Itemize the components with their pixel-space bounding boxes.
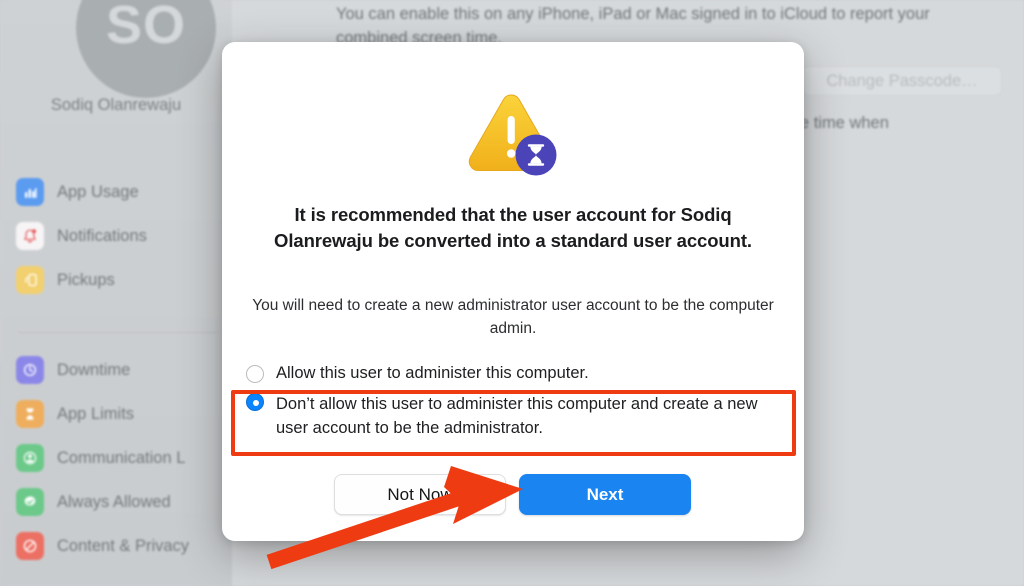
sidebar-item-pickups[interactable]: Pickups: [0, 258, 232, 302]
dialog-headline: It is recommended that the user account …: [274, 204, 752, 251]
sidebar-item-communication-limits[interactable]: Communication L: [0, 436, 232, 480]
red-annotation-arrow: [255, 462, 545, 577]
avatar: SO: [76, 0, 216, 98]
sidebar-item-label: Content & Privacy: [57, 536, 190, 555]
sidebar-item-notifications[interactable]: Notifications: [0, 214, 232, 258]
pickup-phone-icon: [16, 266, 44, 294]
sidebar: SO Sodiq Olanrewaju App Usage Notificati…: [0, 0, 232, 586]
sidebar-item-app-limits[interactable]: App Limits: [0, 392, 232, 436]
warning-triangle-with-hourglass-badge-icon: [459, 87, 567, 187]
hourglass-icon: [16, 400, 44, 428]
dialog-subtext: You will need to create a new administra…: [252, 297, 774, 337]
admin-options-radio-group: Allow this user to administer this compu…: [246, 358, 780, 440]
radio-option-label: Allow this user to administer this compu…: [276, 364, 589, 382]
no-entry-icon: [16, 532, 44, 560]
bell-icon: [16, 222, 44, 250]
bar-chart-icon: [16, 178, 44, 206]
sidebar-item-label: Pickups: [57, 270, 115, 289]
sidebar-item-content-and-privacy[interactable]: Content & Privacy: [0, 524, 232, 568]
radio-unselected-icon[interactable]: [246, 364, 264, 383]
radio-option-allow-admin[interactable]: Allow this user to administer this compu…: [246, 358, 780, 388]
sidebar-item-always-allowed[interactable]: Always Allowed: [0, 480, 232, 524]
avatar-initials: SO: [76, 0, 216, 98]
change-passcode-button[interactable]: Change Passcode…: [802, 66, 1002, 96]
sidebar-item-label: Notifications: [57, 226, 147, 245]
sidebar-user-name: Sodiq Olanrewaju: [50, 96, 182, 114]
person-circle-icon: [16, 444, 44, 472]
sidebar-item-label: Communication L: [57, 448, 186, 467]
radio-option-dont-allow-admin[interactable]: Don’t allow this user to administer this…: [246, 388, 780, 440]
sidebar-item-label: Downtime: [57, 360, 131, 379]
sidebar-item-downtime[interactable]: Downtime: [0, 348, 232, 392]
sidebar-item-app-usage[interactable]: App Usage: [0, 170, 232, 214]
radio-option-label: Don’t allow this user to administer this…: [276, 395, 758, 437]
check-badge-icon: [16, 488, 44, 516]
sidebar-group-usage: App Usage Notifications Pickups: [0, 170, 232, 302]
sidebar-group-limits: Downtime App Limits Communication L Alwa…: [0, 348, 232, 568]
sidebar-item-label: App Usage: [57, 182, 139, 201]
radio-selected-icon[interactable]: [246, 393, 264, 411]
sidebar-item-label: App Limits: [57, 404, 135, 423]
downtime-clock-icon: [16, 356, 44, 384]
sidebar-item-label: Always Allowed: [57, 492, 171, 511]
sidebar-divider: [18, 332, 218, 333]
